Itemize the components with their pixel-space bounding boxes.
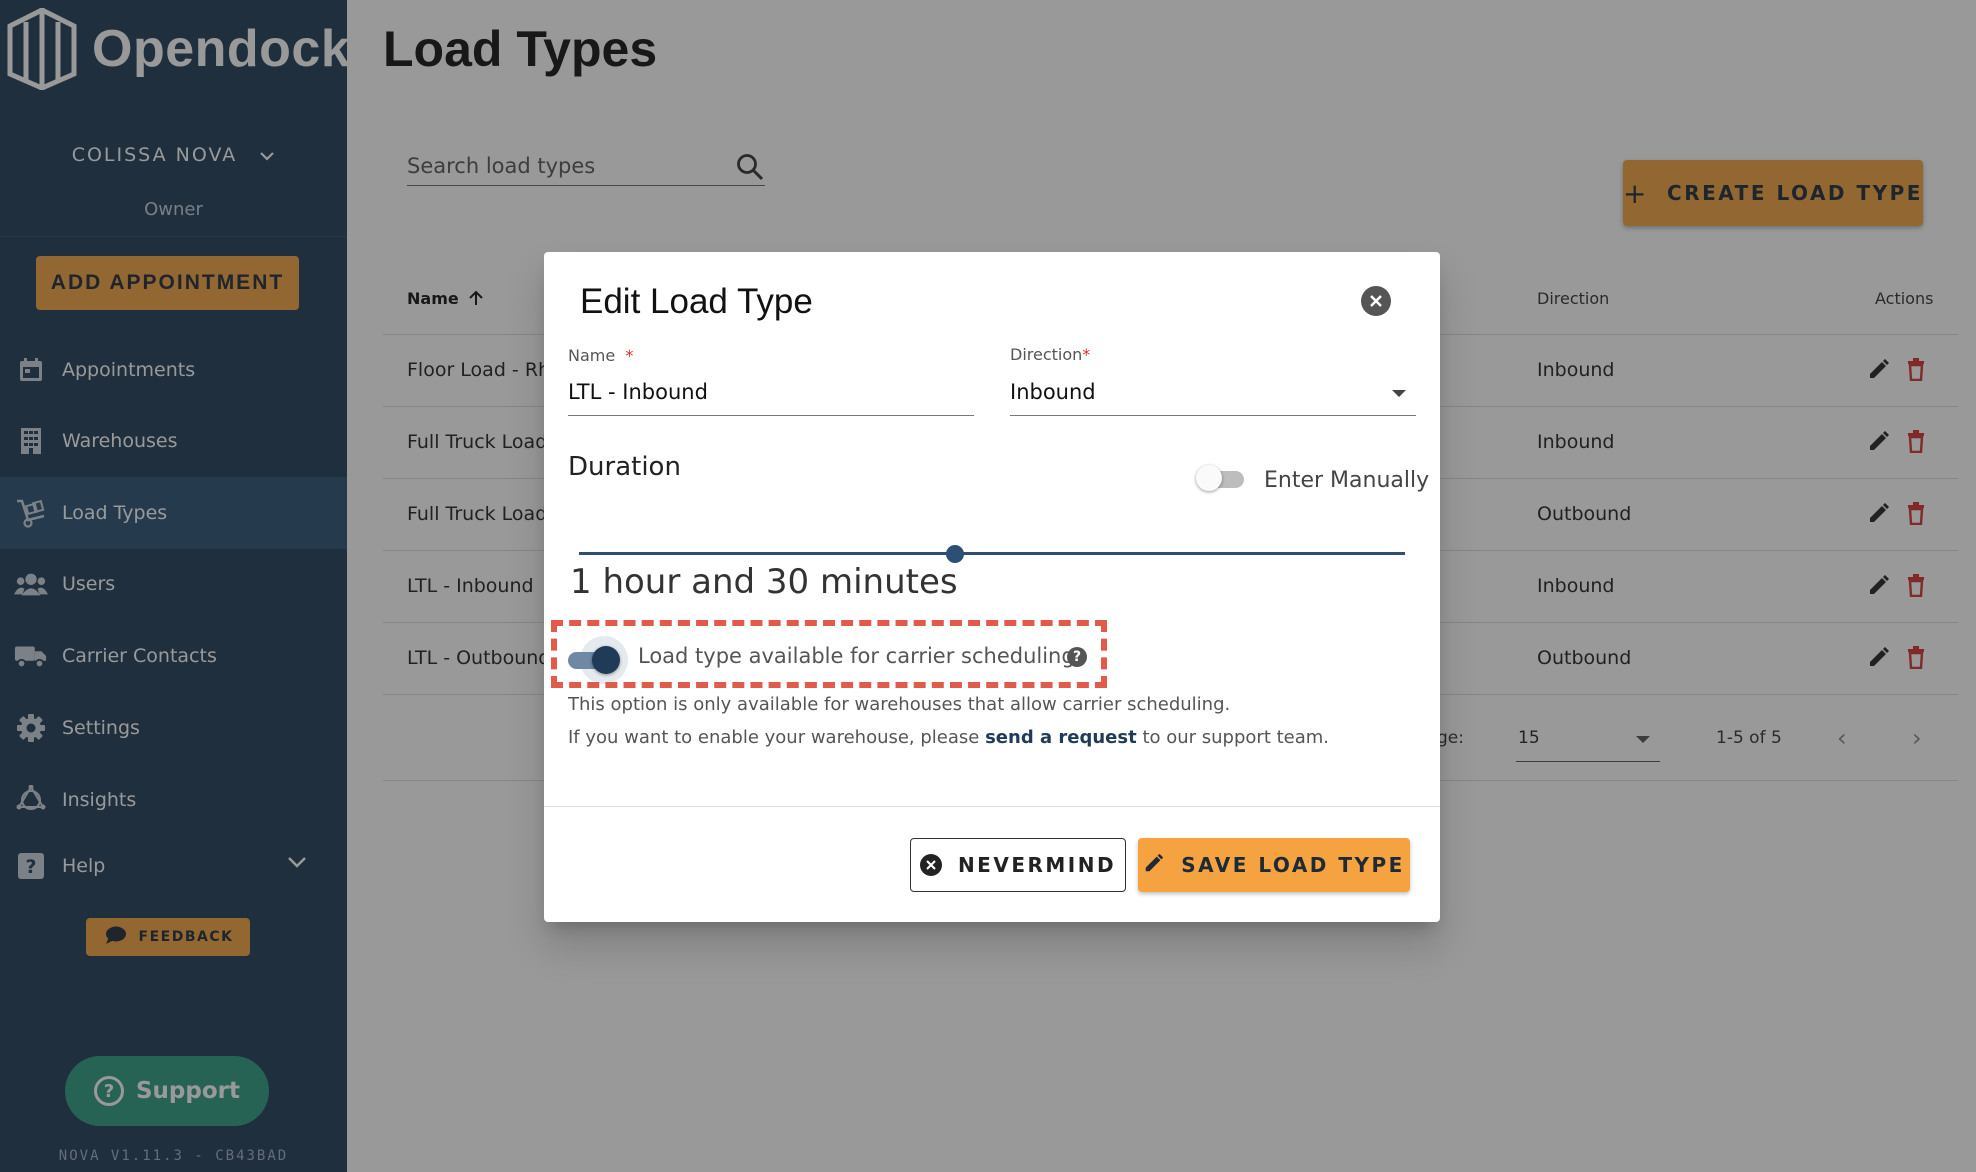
dialog-title: Edit Load Type (580, 282, 813, 321)
enter-manually-label: Enter Manually (1264, 468, 1430, 493)
direction-select-value: Inbound (1010, 380, 1096, 404)
carrier-scheduling-note: This option is only available for wareho… (568, 694, 1231, 715)
highlight-annotation (551, 620, 1107, 688)
duration-value-text: 1 hour and 30 minutes (570, 562, 958, 602)
name-field-label: Name * (568, 346, 634, 365)
edit-load-type-dialog: Edit Load Type Name * LTL - Inbound Dire… (544, 252, 1440, 922)
pencil-icon (1143, 852, 1165, 879)
name-field-value: LTL - Inbound (568, 380, 708, 404)
nevermind-label: NEVERMIND (957, 853, 1117, 877)
duration-label: Duration (568, 452, 681, 482)
direction-select[interactable]: Inbound (1010, 372, 1416, 416)
dialog-divider (544, 806, 1440, 807)
carrier-scheduling-request-note: If you want to enable your warehouse, pl… (568, 727, 1330, 748)
save-load-type-button[interactable]: SAVE LOAD TYPE (1138, 838, 1410, 892)
caret-down-icon (1392, 390, 1406, 397)
close-circle-icon (919, 854, 942, 876)
send-request-link[interactable]: send a request (985, 727, 1137, 748)
slider-rail (579, 552, 1405, 555)
nevermind-button[interactable]: NEVERMIND (910, 838, 1126, 892)
close-icon[interactable] (1361, 286, 1391, 316)
enter-manually-toggle[interactable] (1196, 465, 1246, 491)
direction-field-label: Direction* (1010, 345, 1091, 364)
name-field[interactable]: LTL - Inbound (568, 372, 974, 416)
save-load-type-label: SAVE LOAD TYPE (1181, 853, 1405, 877)
duration-slider[interactable] (579, 544, 1405, 564)
slider-thumb[interactable] (945, 545, 964, 563)
